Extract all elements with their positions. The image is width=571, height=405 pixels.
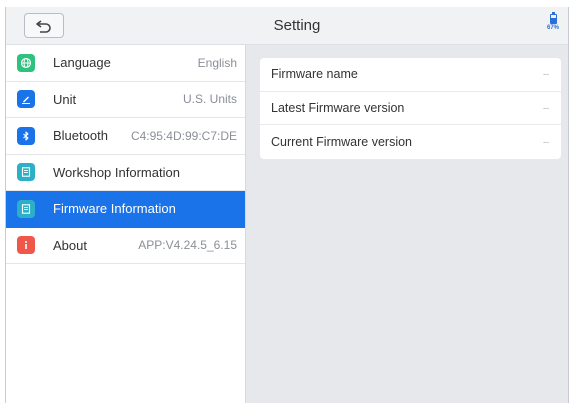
sidebar-item-value: English: [197, 55, 237, 70]
sidebar-item-about[interactable]: About APP:V4.24.5_6.15: [6, 228, 245, 264]
sidebar-item-label: Bluetooth: [53, 128, 108, 144]
document-icon: [17, 163, 35, 182]
row-value: --: [543, 102, 549, 113]
sidebar-item-value: APP:V4.24.5_6.15: [138, 238, 237, 253]
current-firmware-version-row: Current Firmware version --: [260, 125, 561, 159]
row-label: Current Firmware version: [271, 134, 413, 149]
info-icon: [17, 236, 35, 255]
bluetooth-icon: [17, 126, 35, 145]
latest-firmware-version-row: Latest Firmware version --: [260, 92, 561, 125]
sidebar-item-value: C4:95:4D:99:C7:DE: [130, 128, 237, 143]
row-value: --: [543, 69, 549, 80]
battery-indicator: 67%: [542, 12, 564, 40]
sidebar-item-label: Unit: [53, 91, 77, 107]
battery-icon: [549, 12, 557, 24]
row-label: Firmware name: [271, 67, 358, 82]
app-window: Setting 67% Language English Unit U.S. U…: [5, 7, 569, 403]
sidebar-item-bluetooth[interactable]: Bluetooth C4:95:4D:99:C7:DE: [6, 118, 245, 155]
sidebar-item-label: Language: [53, 55, 111, 71]
sidebar-item-label: Workshop Information: [53, 164, 180, 180]
firmware-name-row: Firmware name --: [260, 58, 561, 92]
document-icon: [17, 199, 35, 218]
sidebar-item-workshop-information[interactable]: Workshop Information: [6, 155, 245, 191]
globe-icon: [17, 53, 35, 72]
row-value: --: [543, 136, 549, 147]
sidebar-item-value: U.S. Units: [182, 92, 237, 107]
pencil-icon: [17, 90, 35, 109]
battery-percent: 67%: [546, 25, 559, 31]
sidebar-item-language[interactable]: Language English: [6, 45, 245, 82]
sidebar-item-firmware-information[interactable]: Firmware Information: [6, 191, 245, 228]
sidebar-item-label: Firmware Information: [53, 201, 176, 217]
sidebar-item-unit[interactable]: Unit U.S. Units: [6, 82, 245, 118]
row-label: Latest Firmware version: [271, 100, 405, 115]
firmware-info-card: Firmware name -- Latest Firmware version…: [260, 58, 561, 159]
settings-sidebar: Language English Unit U.S. Units Bluetoo…: [6, 45, 246, 403]
sidebar-item-label: About: [53, 237, 87, 253]
page-title: Setting: [273, 17, 321, 34]
top-bar: Setting 67%: [6, 7, 568, 45]
